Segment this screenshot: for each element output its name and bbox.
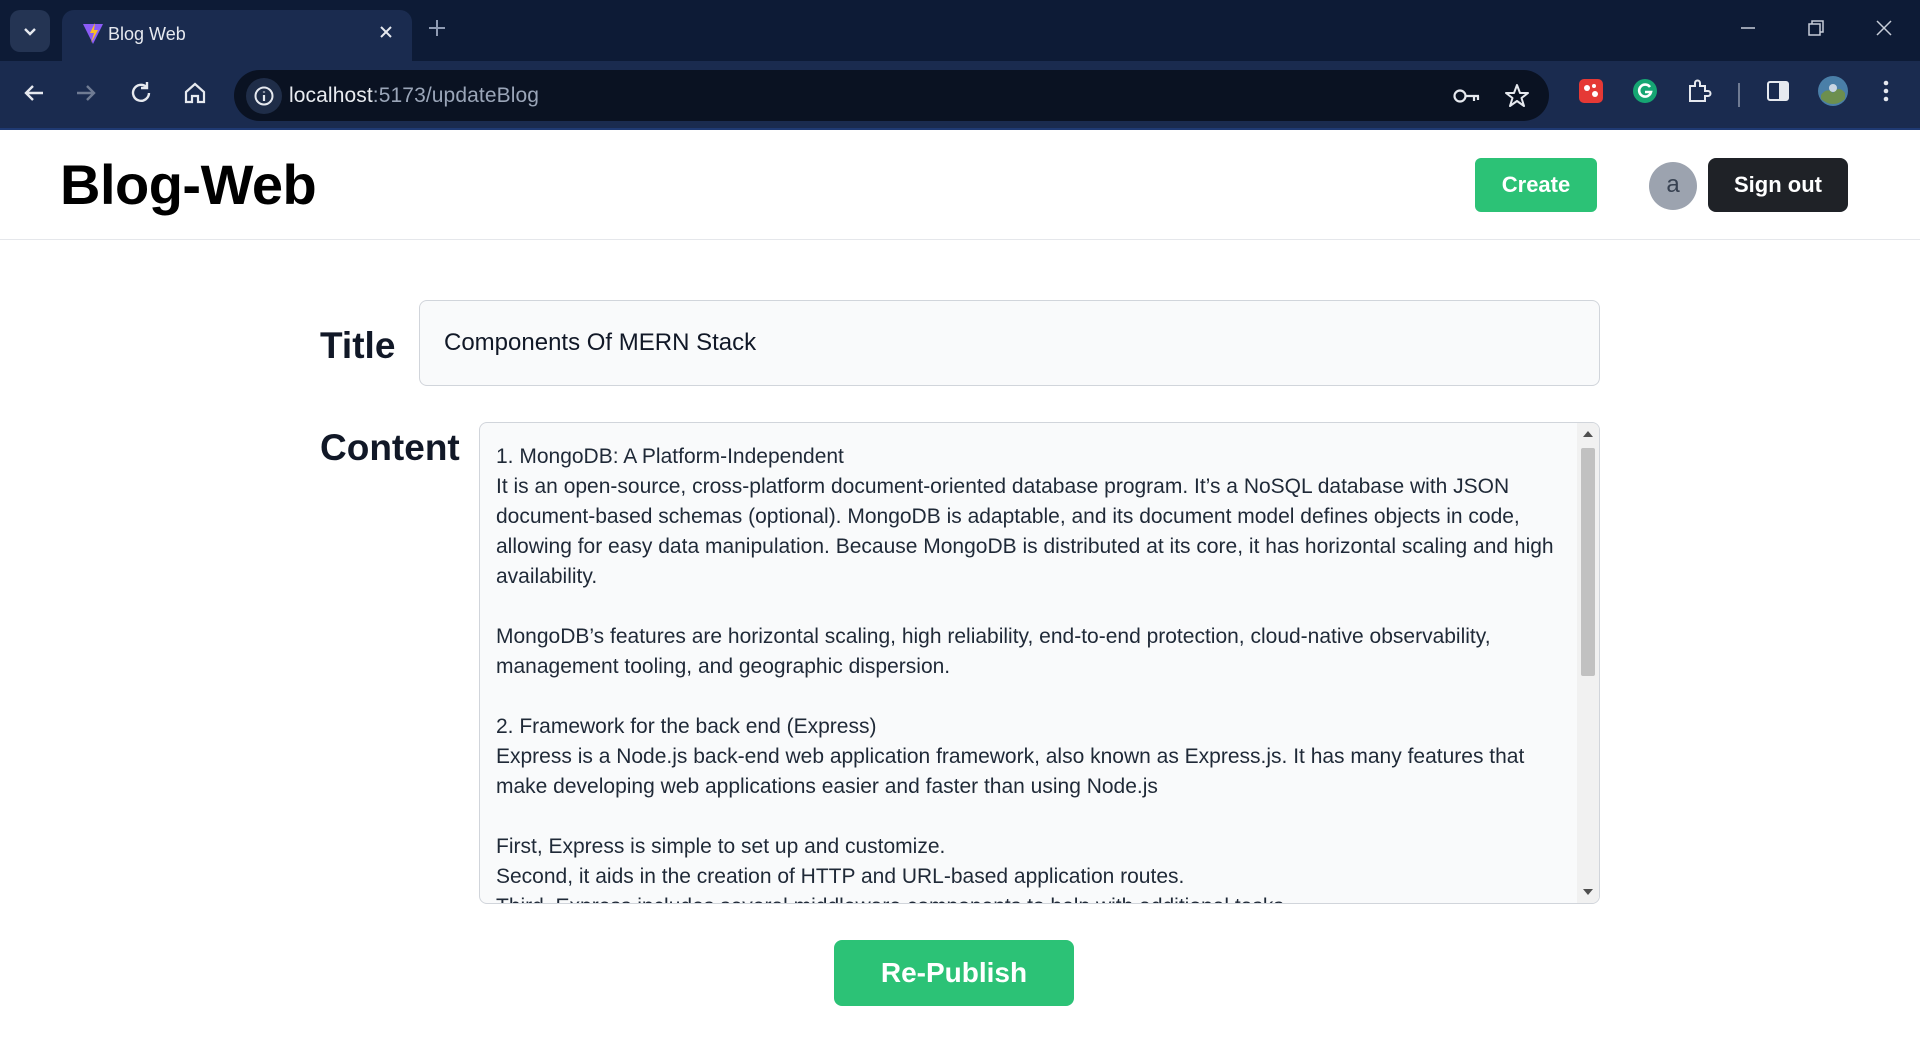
profile-avatar-icon[interactable] bbox=[1817, 75, 1849, 107]
browser-toolbar: localhost:5173/updateBlog bbox=[0, 61, 1920, 129]
site-info-button[interactable] bbox=[246, 78, 282, 114]
url-host: localhost bbox=[289, 84, 373, 107]
new-tab-icon[interactable] bbox=[425, 16, 449, 40]
sign-out-button[interactable]: Sign out bbox=[1708, 158, 1848, 212]
address-bar[interactable]: localhost:5173/updateBlog bbox=[234, 70, 1549, 121]
vite-icon bbox=[83, 23, 103, 44]
url-path: :5173/updateBlog bbox=[372, 84, 540, 107]
grammarly-icon[interactable] bbox=[1631, 77, 1659, 105]
url-text: localhost:5173/updateBlog bbox=[289, 84, 539, 108]
close-tab-icon[interactable] bbox=[375, 21, 397, 43]
title-label: Title bbox=[320, 325, 396, 366]
key-icon[interactable] bbox=[1452, 83, 1482, 109]
info-icon bbox=[254, 86, 274, 106]
re-publish-button[interactable]: Re-Publish bbox=[834, 940, 1074, 1006]
content-scrollbar[interactable] bbox=[1577, 423, 1599, 903]
tab-title: Blog Web bbox=[108, 24, 186, 44]
app-navbar: Blog-Web Create a Sign out bbox=[0, 130, 1920, 240]
minimize-icon[interactable] bbox=[1736, 16, 1760, 40]
browser-tabstrip: Blog Web bbox=[0, 0, 1920, 61]
content-label: Content bbox=[320, 427, 460, 468]
create-button[interactable]: Create bbox=[1475, 158, 1597, 212]
browser-menu-icon[interactable] bbox=[1876, 77, 1896, 105]
brand-logo[interactable]: Blog-Web bbox=[60, 152, 317, 217]
content-textarea[interactable]: 1. MongoDB: A Platform-Independent It is… bbox=[479, 422, 1600, 904]
back-icon[interactable] bbox=[20, 79, 48, 107]
reload-icon[interactable] bbox=[127, 79, 155, 107]
close-window-icon[interactable] bbox=[1872, 16, 1896, 40]
content-text: 1. MongoDB: A Platform-Independent It is… bbox=[496, 445, 1554, 903]
scroll-up-arrow-icon[interactable] bbox=[1582, 429, 1594, 439]
side-panel-icon[interactable] bbox=[1764, 77, 1792, 105]
scrollbar-thumb[interactable] bbox=[1581, 448, 1595, 676]
extensions-puzzle-icon[interactable] bbox=[1685, 77, 1713, 105]
tab-search-button[interactable] bbox=[10, 10, 50, 52]
restore-icon[interactable] bbox=[1804, 16, 1828, 40]
chevron-down-icon bbox=[24, 28, 36, 36]
toolbar-divider bbox=[1738, 83, 1740, 107]
scroll-down-arrow-icon[interactable] bbox=[1582, 887, 1594, 897]
forward-icon[interactable] bbox=[72, 79, 100, 107]
home-icon[interactable] bbox=[181, 79, 209, 107]
title-input[interactable] bbox=[419, 300, 1600, 386]
bookmark-star-icon[interactable] bbox=[1503, 82, 1531, 110]
user-avatar[interactable]: a bbox=[1649, 162, 1697, 210]
browser-tab[interactable]: Blog Web bbox=[62, 10, 412, 61]
extension-red-icon[interactable] bbox=[1577, 77, 1605, 105]
